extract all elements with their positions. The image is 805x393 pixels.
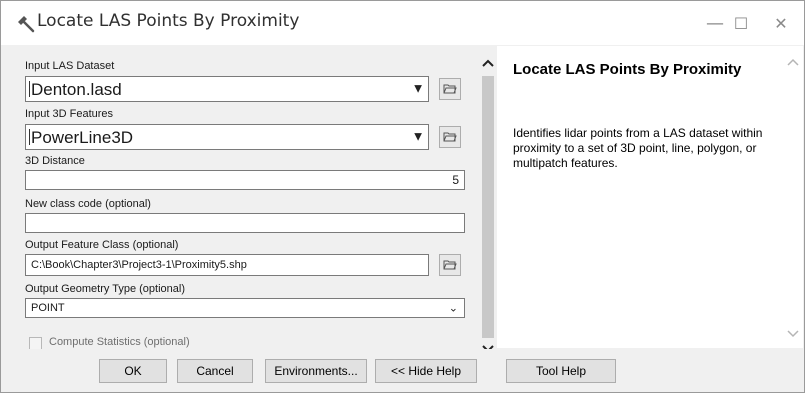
chevron-up-icon[interactable]	[787, 58, 799, 66]
chevron-down-icon[interactable]	[787, 330, 799, 338]
output-fc-input[interactable]: C:\Book\Chapter3\Project3-1\Proximity5.s…	[25, 254, 429, 276]
input-3d-combobox[interactable]: PowerLine3D ▼	[25, 124, 429, 150]
browse-las-button[interactable]	[439, 78, 461, 100]
close-icon: ✕	[774, 13, 788, 33]
distance-value: 5	[452, 173, 459, 187]
environments-button[interactable]: Environments...	[265, 359, 367, 383]
input-las-label: Input LAS Dataset	[25, 60, 115, 72]
input-3d-value: PowerLine3D	[31, 128, 134, 147]
distance-label: 3D Distance	[25, 155, 85, 167]
geom-type-value: POINT	[31, 302, 65, 314]
chevron-up-icon	[482, 59, 494, 67]
hammer-icon	[15, 13, 37, 35]
output-fc-label: Output Feature Class (optional)	[25, 239, 179, 251]
help-description: Identifies lidar points from a LAS datas…	[513, 126, 763, 170]
tool-help-button[interactable]: Tool Help	[506, 359, 616, 383]
input-3d-label: Input 3D Features	[25, 108, 114, 120]
browse-3d-button[interactable]	[439, 126, 461, 148]
help-title: Locate LAS Points By Proximity	[513, 61, 742, 78]
chevron-down-icon[interactable]: ▼	[414, 132, 422, 143]
output-fc-value: C:\Book\Chapter3\Project3-1\Proximity5.s…	[31, 259, 247, 271]
folder-open-icon	[443, 260, 457, 270]
maximize-icon: ☐	[733, 13, 749, 33]
window-title: Locate LAS Points By Proximity	[37, 11, 300, 31]
input-las-value: Denton.lasd	[31, 80, 122, 99]
class-code-label: New class code (optional)	[25, 198, 151, 210]
browse-output-button[interactable]	[439, 254, 461, 276]
compute-stats-label: Compute Statistics (optional)	[49, 336, 190, 348]
params-scrollbar[interactable]	[481, 56, 495, 356]
cancel-button[interactable]: Cancel	[177, 359, 253, 383]
parameters-panel: Input LAS Dataset Denton.lasd ▼ Input 3D…	[11, 46, 494, 353]
input-las-combobox[interactable]: Denton.lasd ▼	[25, 76, 429, 102]
hide-help-button[interactable]: << Hide Help	[375, 359, 477, 383]
title-bar: Locate LAS Points By Proximity — ☐ ✕	[1, 1, 804, 45]
folder-open-icon	[443, 84, 457, 94]
distance-input[interactable]: 5	[25, 170, 465, 190]
maximize-button[interactable]: ☐	[721, 9, 761, 37]
help-panel: Locate LAS Points By Proximity Identifie…	[497, 46, 803, 348]
close-button[interactable]: ✕	[761, 9, 801, 37]
button-bar: OK Cancel Environments... << Hide Help T…	[1, 349, 804, 392]
ok-button[interactable]: OK	[99, 359, 167, 383]
tool-dialog: Locate LAS Points By Proximity — ☐ ✕ Inp…	[0, 0, 805, 393]
scroll-up-button[interactable]	[481, 56, 495, 70]
chevron-down-icon[interactable]: ▼	[414, 84, 422, 95]
scroll-thumb[interactable]	[482, 76, 494, 338]
chevron-down-icon[interactable]: ⌄	[449, 302, 458, 315]
geom-type-label: Output Geometry Type (optional)	[25, 283, 185, 295]
class-code-input[interactable]	[25, 213, 465, 233]
folder-open-icon	[443, 132, 457, 142]
geom-type-select[interactable]: POINT ⌄	[25, 298, 465, 318]
